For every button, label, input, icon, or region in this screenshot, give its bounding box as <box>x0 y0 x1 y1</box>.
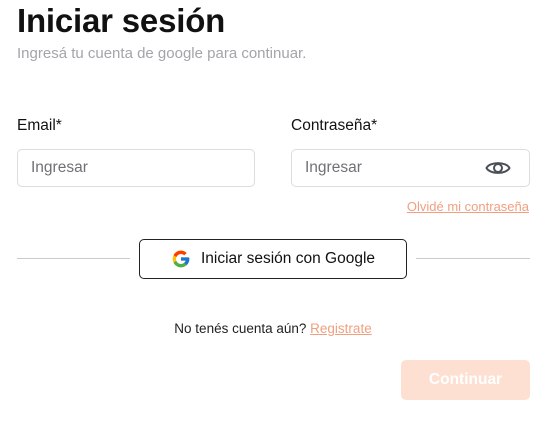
google-login-button[interactable]: Iniciar sesión con Google <box>139 239 407 279</box>
continue-button[interactable]: Continuar <box>401 360 530 400</box>
password-label: Contraseña* <box>291 117 378 134</box>
forgot-password-link[interactable]: Olvidé mi contraseña <box>407 199 529 214</box>
email-label: Email* <box>17 117 62 134</box>
page-title: Iniciar sesión <box>17 2 226 39</box>
login-page: Iniciar sesión Ingresá tu cuenta de goog… <box>0 0 555 432</box>
register-row: No tenés cuenta aún? Registrate <box>0 321 546 336</box>
divider-left <box>17 258 130 259</box>
password-field-container <box>291 149 530 187</box>
email-field[interactable] <box>31 159 254 177</box>
register-prompt: No tenés cuenta aún? <box>174 321 307 336</box>
password-field[interactable] <box>305 159 481 177</box>
eye-icon[interactable] <box>485 158 511 178</box>
google-login-label: Iniciar sesión con Google <box>200 250 376 267</box>
page-subtitle: Ingresá tu cuenta de google para continu… <box>17 45 307 62</box>
register-link[interactable]: Registrate <box>310 321 372 336</box>
email-field-container <box>17 149 255 187</box>
divider-right <box>416 258 530 259</box>
google-icon <box>172 250 190 268</box>
